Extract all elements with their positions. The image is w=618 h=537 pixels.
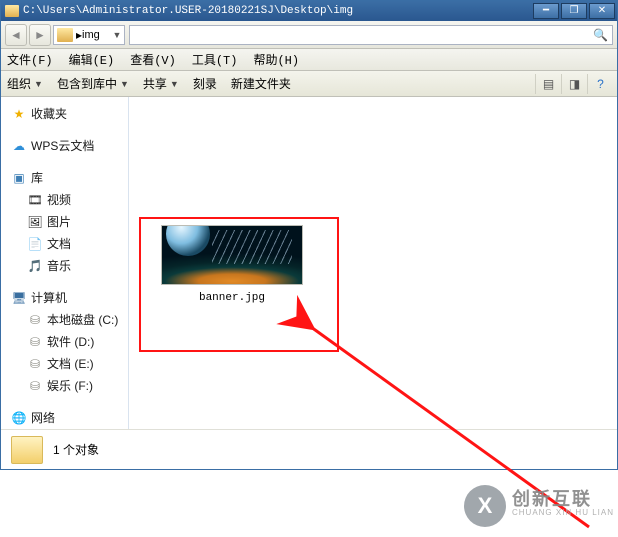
preview-pane-button[interactable]: ◨: [561, 74, 587, 94]
include-button[interactable]: 包含到库中▼: [57, 75, 129, 92]
sidebar: ★收藏夹 ☁WPS云文档 ▣库 🎞视频 🖼图片 📄文档 🎵音乐 🖥计算机 ⛁本地…: [1, 97, 129, 429]
library-icon: ▣: [11, 171, 27, 185]
thumbnail-image: [212, 230, 292, 264]
sidebar-favorites[interactable]: ★收藏夹: [1, 103, 128, 125]
drive-icon: ⛁: [27, 313, 43, 327]
burn-button[interactable]: 刻录: [193, 75, 217, 92]
sidebar-computer[interactable]: 🖥计算机: [1, 287, 128, 309]
sidebar-wps[interactable]: ☁WPS云文档: [1, 135, 128, 157]
watermark-logo: X: [464, 485, 506, 527]
sidebar-drive-e[interactable]: ⛁文档 (E:): [1, 353, 128, 375]
nav-row: ◄ ► ▸ img ▼ 🔍: [1, 21, 617, 49]
sidebar-network[interactable]: 🌐网络: [1, 407, 128, 429]
sidebar-item-pictures[interactable]: 🖼图片: [1, 211, 128, 233]
sidebar-drive-f[interactable]: ⛁娱乐 (F:): [1, 375, 128, 397]
watermark-en: CHUANG XIN HU LIAN: [512, 506, 614, 520]
watermark-cn: 创新互联: [512, 492, 614, 506]
status-bar: 1 个对象: [1, 429, 617, 469]
music-icon: 🎵: [27, 259, 43, 273]
drive-icon: ⛁: [27, 379, 43, 393]
picture-icon: 🖼: [27, 215, 43, 229]
toolbar: 组织▼ 包含到库中▼ 共享▼ 刻录 新建文件夹 ▤ ◨ ?: [1, 71, 617, 97]
folder-icon: [11, 436, 43, 464]
explorer-window: C:\Users\Administrator.USER-20180221SJ\D…: [0, 0, 618, 470]
menu-help[interactable]: 帮助(H): [253, 51, 299, 68]
chevron-down-icon[interactable]: ▼: [110, 30, 124, 40]
breadcrumb[interactable]: img: [82, 29, 110, 41]
search-input[interactable]: 🔍: [129, 25, 613, 45]
back-button[interactable]: ◄: [5, 24, 27, 46]
address-bar[interactable]: ▸ img ▼: [53, 25, 125, 45]
sidebar-item-documents[interactable]: 📄文档: [1, 233, 128, 255]
menu-tools[interactable]: 工具(T): [192, 51, 238, 68]
sidebar-item-music[interactable]: 🎵音乐: [1, 255, 128, 277]
folder-icon: [5, 5, 19, 17]
network-icon: 🌐: [11, 411, 27, 425]
maximize-button[interactable]: ❐: [561, 3, 587, 19]
share-button[interactable]: 共享▼: [143, 75, 179, 92]
sidebar-drive-c[interactable]: ⛁本地磁盘 (C:): [1, 309, 128, 331]
forward-button[interactable]: ►: [29, 24, 51, 46]
newfolder-button[interactable]: 新建文件夹: [231, 75, 291, 92]
sidebar-item-video[interactable]: 🎞视频: [1, 189, 128, 211]
sidebar-library[interactable]: ▣库: [1, 167, 128, 189]
menu-edit[interactable]: 编辑(E): [69, 51, 115, 68]
search-icon: 🔍: [593, 28, 608, 42]
view-mode-button[interactable]: ▤: [535, 74, 561, 94]
cloud-icon: ☁: [11, 139, 27, 153]
folder-icon: [57, 28, 73, 42]
status-text: 1 个对象: [53, 441, 99, 458]
titlebar[interactable]: C:\Users\Administrator.USER-20180221SJ\D…: [1, 1, 617, 21]
menu-file[interactable]: 文件(F): [7, 51, 53, 68]
help-button[interactable]: ?: [587, 74, 613, 94]
star-icon: ★: [11, 107, 27, 121]
drive-icon: ⛁: [27, 357, 43, 371]
computer-icon: 🖥: [11, 291, 27, 305]
window-title: C:\Users\Administrator.USER-20180221SJ\D…: [23, 5, 353, 17]
watermark: X 创新互联 CHUANG XIN HU LIAN: [464, 485, 614, 527]
drive-icon: ⛁: [27, 335, 43, 349]
document-icon: 📄: [27, 237, 43, 251]
menubar: 文件(F) 编辑(E) 查看(V) 工具(T) 帮助(H): [1, 49, 617, 71]
organize-button[interactable]: 组织▼: [7, 75, 43, 92]
content-pane[interactable]: banner.jpg: [129, 97, 617, 429]
minimize-button[interactable]: ━: [533, 3, 559, 19]
file-thumbnail[interactable]: [161, 225, 303, 285]
menu-view[interactable]: 查看(V): [130, 51, 176, 68]
file-label[interactable]: banner.jpg: [161, 292, 303, 304]
video-icon: 🎞: [27, 193, 43, 207]
sidebar-drive-d[interactable]: ⛁软件 (D:): [1, 331, 128, 353]
close-button[interactable]: ✕: [589, 3, 615, 19]
